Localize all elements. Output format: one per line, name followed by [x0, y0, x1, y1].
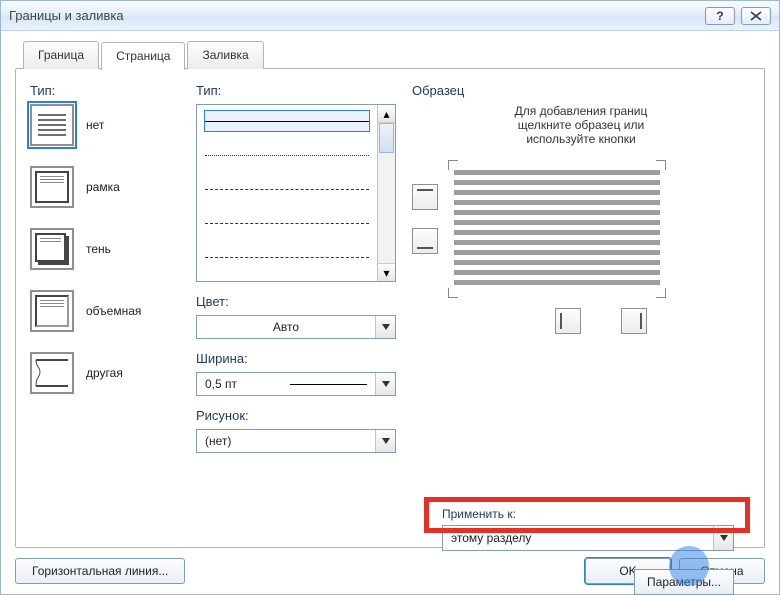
style-label: Тип: [196, 83, 396, 98]
client-area: Граница Страница Заливка Тип: нет [1, 31, 779, 594]
preview-label: Образец [412, 83, 750, 98]
line-style-long-dashed[interactable] [205, 247, 369, 267]
setting-list: нет рамка [30, 104, 180, 394]
chevron-down-icon [713, 526, 733, 550]
line-style-list[interactable]: ▴ ▾ [196, 104, 396, 282]
scroll-thumb[interactable] [379, 123, 394, 153]
close-button[interactable] [741, 7, 771, 25]
setting-none-icon [30, 104, 74, 146]
apply-to-label: Применить к: [442, 507, 734, 521]
color-label: Цвет: [196, 294, 396, 309]
art-dropdown[interactable]: (нет) [196, 429, 396, 453]
setting-label: Тип: [30, 83, 180, 98]
setting-shadow-icon [30, 228, 74, 270]
line-style-dashed[interactable] [205, 213, 369, 233]
setting-none[interactable]: нет [30, 104, 180, 146]
scroll-up-button[interactable]: ▴ [378, 105, 395, 123]
setting-box[interactable]: рамка [30, 166, 180, 208]
setting-custom[interactable]: другая [30, 352, 180, 394]
style-scrollbar[interactable]: ▴ ▾ [377, 105, 395, 281]
tab-border[interactable]: Граница [23, 41, 99, 69]
preview-column: Образец Для добавления границ щелкните о… [412, 83, 750, 533]
preview-hint: Для добавления границ щелкните образец и… [412, 104, 750, 146]
preview-area [412, 164, 750, 294]
tab-strip: Граница Страница Заливка [23, 41, 765, 69]
tab-fill[interactable]: Заливка [187, 41, 263, 69]
line-style-fine-dashed[interactable] [205, 179, 369, 199]
border-right-toggle[interactable] [621, 308, 647, 334]
line-style-dotted[interactable] [205, 145, 369, 165]
style-column: Тип: ▴ ▾ Цвет: [196, 83, 396, 533]
setting-custom-icon [30, 352, 74, 394]
setting-column: Тип: нет рамка [30, 83, 180, 533]
page-tab-pane: Тип: нет рамка [15, 68, 765, 548]
border-bottom-toggle[interactable] [412, 228, 438, 254]
dialog-title: Границы и заливка [9, 8, 699, 23]
width-dropdown[interactable]: 0,5 пт [196, 372, 396, 396]
setting-3d[interactable]: объемная [30, 290, 180, 332]
color-dropdown[interactable]: Авто [196, 315, 396, 339]
art-label: Рисунок: [196, 408, 396, 423]
watermark-icon [669, 546, 709, 586]
apply-to-block: Применить к: этому разделу [442, 507, 734, 551]
horizontal-line-button[interactable]: Горизонтальная линия... [15, 558, 185, 584]
help-button[interactable]: ? [705, 7, 735, 25]
titlebar: Границы и заливка ? [1, 1, 779, 31]
borders-shading-dialog: Границы и заливка ? Граница Страница Зал… [0, 0, 780, 595]
setting-shadow[interactable]: тень [30, 228, 180, 270]
setting-box-icon [30, 166, 74, 208]
chevron-down-icon [375, 430, 395, 452]
border-left-toggle[interactable] [555, 308, 581, 334]
chevron-down-icon [375, 373, 395, 395]
scroll-track[interactable] [378, 123, 395, 263]
width-label: Ширина: [196, 351, 396, 366]
preview-page[interactable] [452, 164, 662, 294]
tab-page[interactable]: Страница [101, 42, 185, 70]
border-top-toggle[interactable] [412, 184, 438, 210]
close-icon [750, 11, 762, 21]
setting-3d-icon [30, 290, 74, 332]
chevron-down-icon [375, 316, 395, 338]
scroll-down-button[interactable]: ▾ [378, 263, 395, 281]
line-style-solid[interactable] [205, 111, 369, 131]
